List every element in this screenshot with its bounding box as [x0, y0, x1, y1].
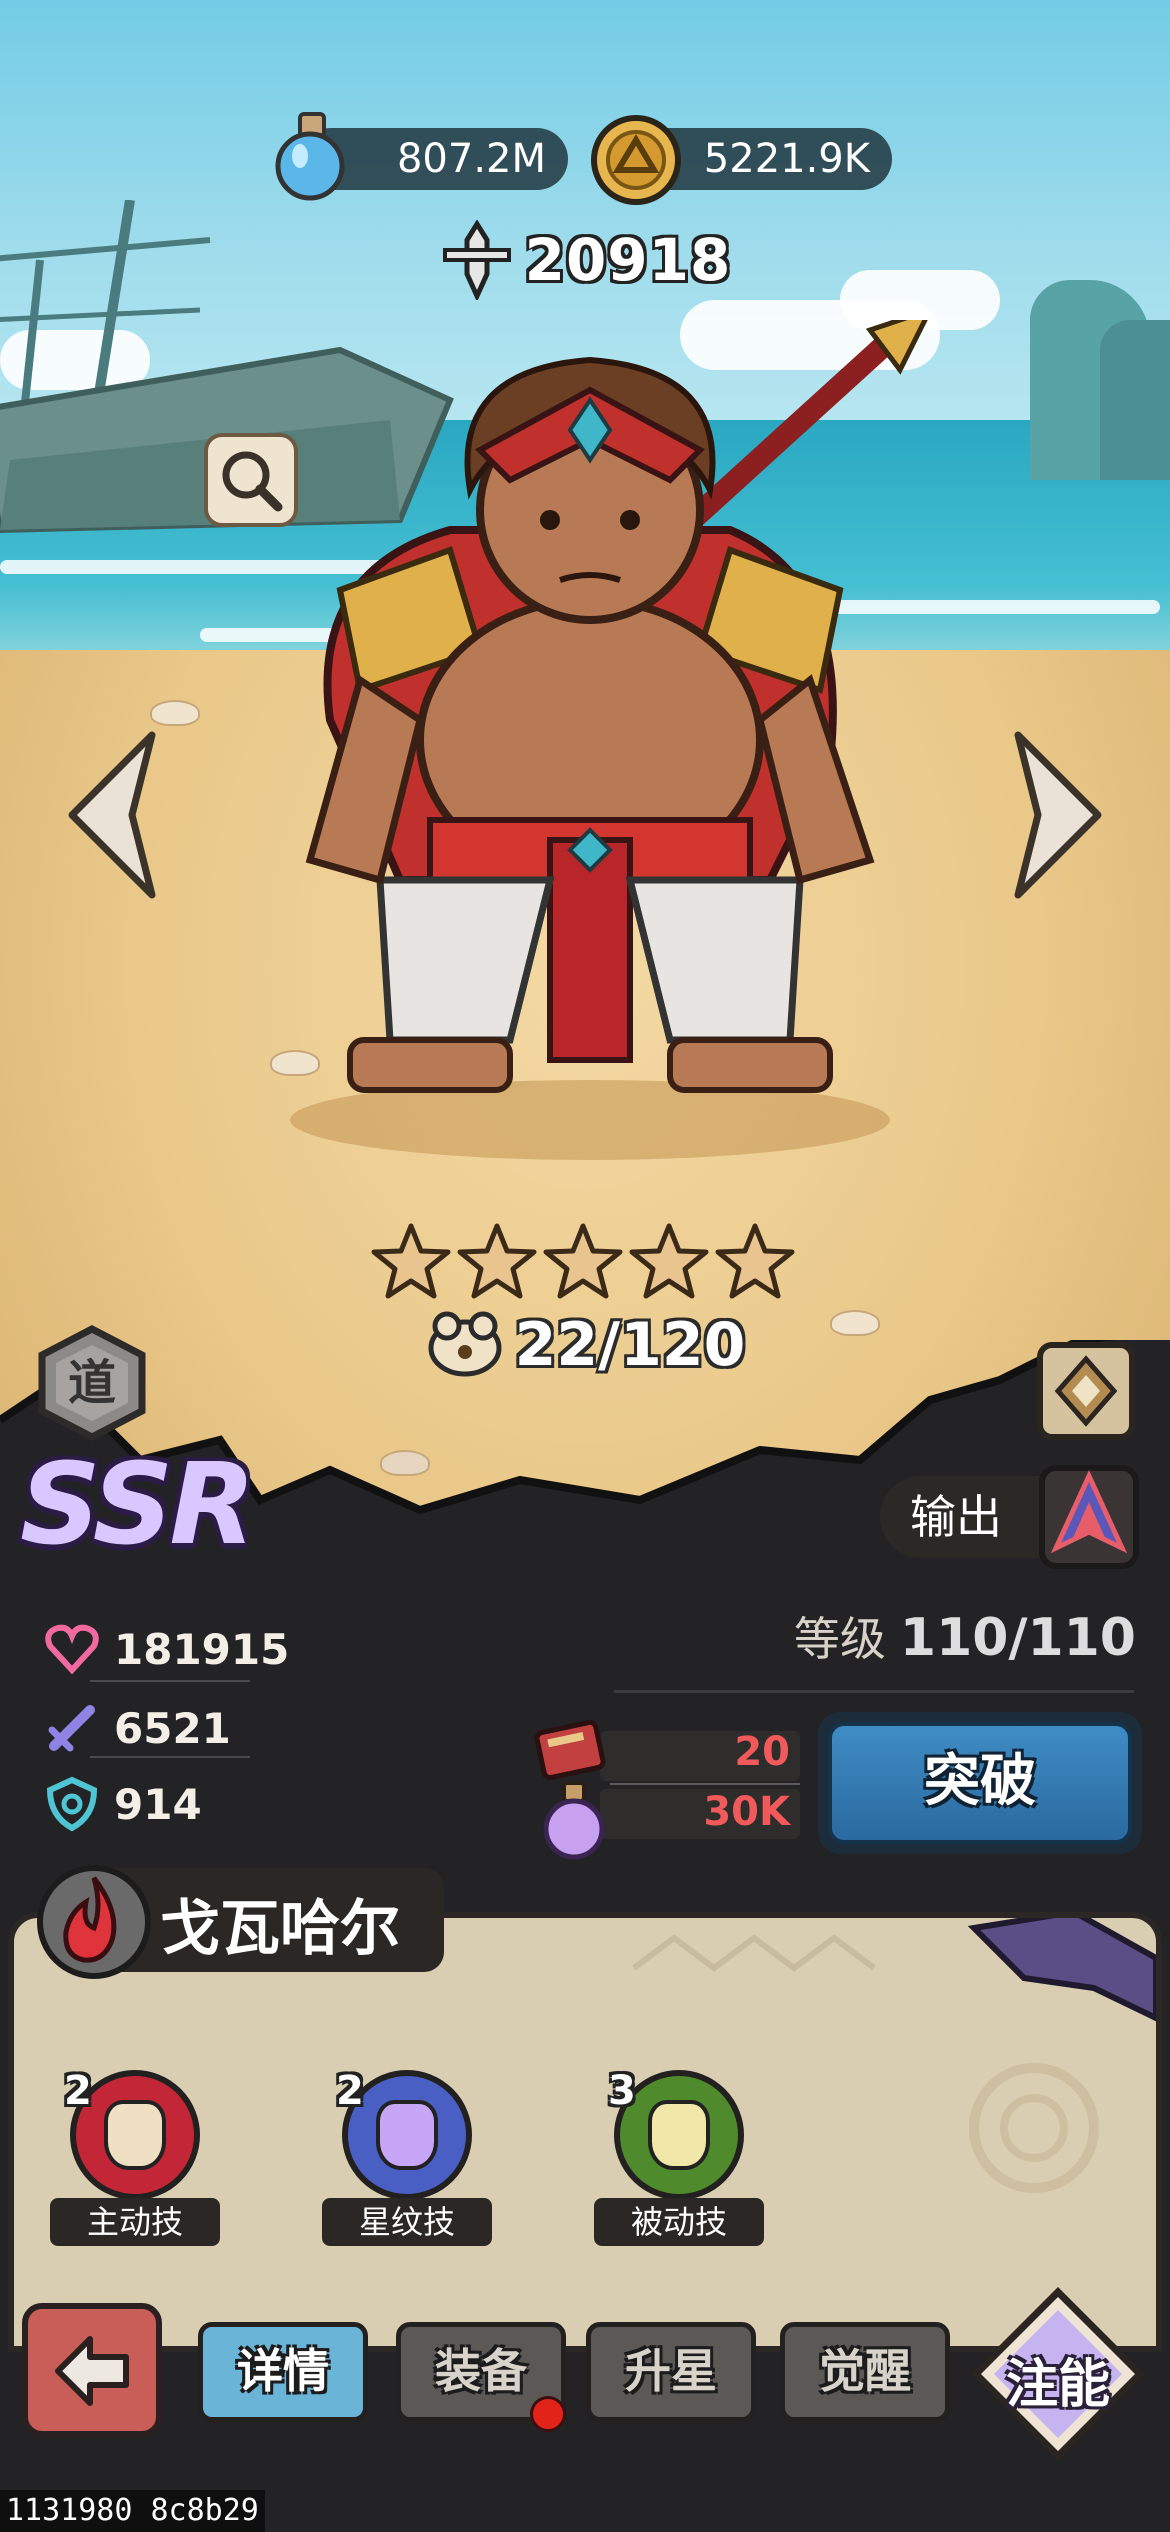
breakthrough-button-label: 突破: [828, 1722, 1132, 1844]
next-hero-arrow[interactable]: [998, 725, 1108, 905]
faction-badge-icon[interactable]: 道: [34, 1325, 150, 1441]
skill-slot[interactable]: 3 被动技: [588, 2068, 768, 2250]
defense-stat: 914: [44, 1776, 202, 1832]
breakthrough-button[interactable]: 突破: [818, 1712, 1142, 1854]
footer-id: 1131980 8c8b29: [0, 2490, 265, 2532]
skill-label: 星纹技: [322, 2198, 492, 2246]
star-icon: [543, 1223, 623, 1299]
damage-role-icon[interactable]: [1036, 1462, 1142, 1572]
stat-divider: [90, 1680, 250, 1682]
level-value: 110/110: [899, 1608, 1136, 1668]
back-button[interactable]: [22, 2303, 162, 2437]
combat-power: 20918: [0, 220, 1170, 304]
gold-amount: 5221.9K: [703, 136, 870, 182]
back-arrow-icon: [55, 2336, 129, 2406]
potion-flask-icon[interactable]: [262, 108, 358, 204]
defense-value: 914: [114, 1779, 202, 1829]
stat-divider: [90, 1756, 250, 1758]
star-icon: [371, 1223, 451, 1299]
inject-button[interactable]: 注能: [970, 2286, 1146, 2462]
sword-icon: [48, 1705, 95, 1752]
potion-amount: 807.2M: [396, 136, 546, 182]
combat-power-value: 20918: [524, 226, 732, 294]
skill-label: 被动技: [594, 2198, 764, 2246]
hero-shards: 22/120: [0, 1310, 1170, 1384]
hero-portrait[interactable]: [250, 320, 930, 1170]
hero-detail-screen: 807.2M 5221.9K 20918 22/120 道 SSR 输出 等级 …: [0, 0, 1170, 2532]
star-icon: [457, 1223, 537, 1299]
star-rating: [370, 1222, 796, 1304]
role-label: 输出: [910, 1490, 1002, 1544]
skill-slot[interactable]: 2 主动技: [44, 2068, 224, 2250]
hp-value: 181915: [114, 1624, 290, 1674]
shards-count: 22/120: [514, 1310, 746, 1380]
sea-rock: [1100, 320, 1170, 480]
attack-value: 6521: [114, 1703, 231, 1753]
faction-badge-text: 道: [68, 1355, 116, 1411]
hp-stat: 181915: [44, 1624, 289, 1674]
skill-level: 3: [608, 2068, 636, 2114]
shield-icon: [46, 1776, 98, 1832]
heart-icon: [45, 1624, 99, 1674]
breakthrough-cost: 20 30K: [530, 1715, 810, 1860]
tab-star-up[interactable]: 升星: [586, 2322, 756, 2422]
purple-potion-icon: [543, 1781, 605, 1860]
gold-cost: 30K: [703, 1789, 790, 1835]
skill-slot[interactable]: 2 星纹技: [316, 2068, 496, 2250]
shell: [150, 700, 200, 726]
notification-dot: [530, 2396, 566, 2432]
level-label: 等级: [793, 1612, 886, 1666]
hero-level: 等级 110/110: [794, 1603, 1136, 1669]
sword-shield-icon: [442, 220, 511, 300]
tab-awaken[interactable]: 觉醒: [780, 2322, 950, 2422]
fire-element-icon[interactable]: [34, 1862, 154, 1982]
attack-stat: 6521: [44, 1700, 231, 1756]
gold-coin-icon[interactable]: [588, 112, 684, 208]
star-icon: [629, 1223, 709, 1299]
inject-button-label: 注能: [1005, 2355, 1110, 2415]
skill-level: 2: [336, 2068, 364, 2114]
skill-label: 主动技: [50, 2198, 220, 2246]
star-icon: [715, 1223, 795, 1299]
hero-name: 戈瓦哈尔: [160, 1894, 400, 1964]
prev-hero-arrow[interactable]: [62, 725, 172, 905]
bottom-tab-bar: 详情 装备 升星 觉醒: [190, 2322, 960, 2442]
formation-icon[interactable]: [1030, 1335, 1142, 1447]
book-cost: 20: [734, 1729, 790, 1775]
level-divider: [614, 1690, 1134, 1693]
skill-book-icon: [534, 1719, 606, 1781]
shard-icon: [428, 1311, 502, 1377]
tab-details[interactable]: 详情: [198, 2322, 368, 2422]
rarity-badge: SSR: [20, 1440, 256, 1570]
skill-level: 2: [64, 2068, 92, 2114]
